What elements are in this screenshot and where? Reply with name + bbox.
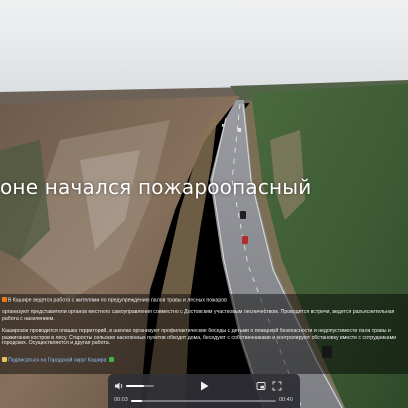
volume-level [126,385,145,387]
car [238,128,241,132]
post-line: В Кашире ведется работа с жителями по пр… [2,297,227,304]
post-line: Каширское проводится опашка территорий, … [2,328,391,334]
timeline-progress [131,400,142,402]
car [242,236,248,244]
post-line: организуют представители органов местног… [2,309,395,315]
post-line: работа с населением. [2,316,55,322]
pointer-icon [2,357,7,362]
post-line: городских. Осуществляется и другая работ… [2,340,111,346]
timeline-scrubber[interactable] [131,400,276,402]
volume-slider[interactable] [126,385,154,387]
volume-icon[interactable] [114,381,124,391]
video-subtitle: оне начался пожароопасный [0,175,312,199]
video-viewer[interactable]: оне начался пожароопасный В Кашире ведет… [0,0,408,408]
duration: 00:40 [279,397,293,403]
fire-icon [2,297,7,302]
car [222,124,224,127]
fullscreen-icon[interactable] [272,381,282,391]
current-time: 00:03 [114,397,128,403]
picture-in-picture-icon[interactable] [256,381,266,391]
subscribe-link[interactable]: Подписаться на Городской округ Кашира [2,357,115,364]
player-controls: 00:03 00:40 [108,374,300,408]
car [240,211,246,219]
check-icon [108,357,114,362]
sky [0,0,408,92]
post-caption: В Кашире ведется работа с жителями по пр… [0,294,408,374]
play-icon[interactable] [198,380,210,392]
